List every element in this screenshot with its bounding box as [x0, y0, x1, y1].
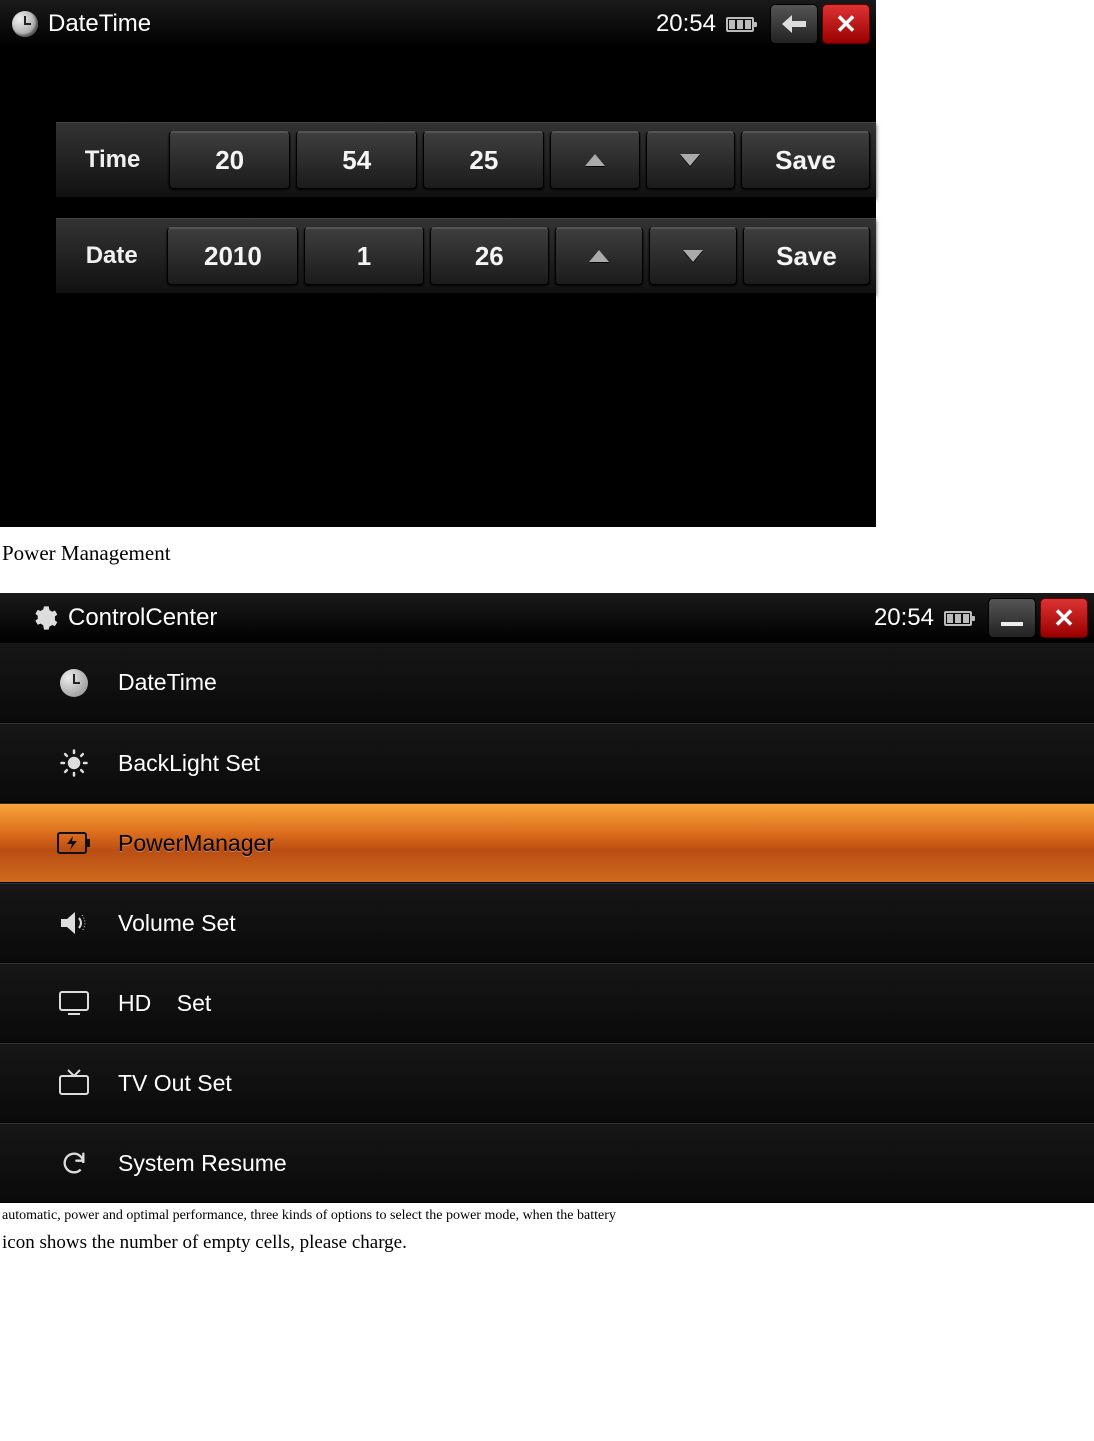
arrow-down-icon — [683, 250, 703, 262]
arrow-up-icon — [585, 154, 605, 166]
minimize-button[interactable] — [988, 598, 1036, 638]
list-item-powermanager[interactable]: PowerManager — [0, 803, 1094, 883]
year-field[interactable]: 2010 — [167, 227, 298, 285]
battery-icon — [944, 611, 972, 626]
speaker-icon — [44, 910, 104, 936]
titlebar: DateTime 20:54 ✕ — [0, 0, 876, 48]
doc-paragraph: automatic, power and optimal performance… — [0, 1205, 1094, 1227]
list-item-label: TV Out Set — [118, 1070, 232, 1097]
minute-field[interactable]: 54 — [296, 131, 417, 189]
minimize-icon — [1001, 622, 1023, 626]
brightness-icon — [44, 748, 104, 778]
close-button[interactable]: ✕ — [822, 4, 870, 44]
list-item-label: PowerManager — [118, 830, 274, 857]
list-item-label: HD Set — [118, 990, 211, 1017]
controlcenter-screen: ControlCenter 20:54 ✕ DateTime BackLight… — [0, 590, 1094, 1120]
back-button[interactable] — [770, 4, 818, 44]
display-icon — [44, 990, 104, 1016]
list-item-label: BackLight Set — [118, 750, 260, 777]
clock-icon — [12, 11, 38, 37]
second-field[interactable]: 25 — [423, 131, 544, 189]
date-decrement-button[interactable] — [649, 227, 737, 285]
arrow-up-icon — [589, 250, 609, 262]
time-increment-button[interactable] — [550, 131, 639, 189]
time-label: Time — [56, 146, 169, 174]
time-decrement-button[interactable] — [646, 131, 735, 189]
close-icon: ✕ — [1053, 603, 1075, 634]
day-field[interactable]: 26 — [430, 227, 549, 285]
clock-icon — [60, 669, 88, 697]
list-item-label: Volume Set — [118, 910, 236, 937]
battery-charge-icon — [44, 832, 104, 854]
list-item-hdset[interactable]: HD Set — [0, 963, 1094, 1043]
page-title: DateTime — [48, 10, 151, 38]
close-button[interactable]: ✕ — [1040, 598, 1088, 638]
gear-icon — [30, 604, 58, 632]
refresh-icon — [44, 1149, 104, 1177]
doc-paragraph: icon shows the number of empty cells, pl… — [0, 1228, 1094, 1258]
back-arrow-icon — [782, 15, 806, 33]
list-item-label: System Resume — [118, 1150, 287, 1177]
time-row: Time 20 54 25 Save — [56, 122, 876, 198]
date-label: Date — [56, 242, 167, 270]
titlebar: ControlCenter 20:54 ✕ — [0, 593, 1094, 643]
list-item-backlight[interactable]: BackLight Set — [0, 723, 1094, 803]
status-clock: 20:54 — [656, 10, 716, 38]
month-field[interactable]: 1 — [304, 227, 423, 285]
page-title: ControlCenter — [68, 604, 217, 632]
close-icon: ✕ — [835, 9, 857, 40]
date-save-button[interactable]: Save — [743, 227, 870, 285]
hour-field[interactable]: 20 — [169, 131, 290, 189]
tv-icon — [44, 1068, 104, 1098]
settings-list: DateTime BackLight Set PowerManager Volu… — [0, 643, 1094, 1203]
date-row: Date 2010 1 26 Save — [56, 218, 876, 294]
battery-icon — [726, 17, 754, 32]
section-heading: Power Management — [0, 527, 1094, 590]
list-item-systemresume[interactable]: System Resume — [0, 1123, 1094, 1203]
list-item-datetime[interactable]: DateTime — [0, 643, 1094, 723]
arrow-down-icon — [680, 154, 700, 166]
date-increment-button[interactable] — [555, 227, 643, 285]
status-clock: 20:54 — [874, 604, 934, 632]
time-save-button[interactable]: Save — [741, 131, 870, 189]
list-item-volume[interactable]: Volume Set — [0, 883, 1094, 963]
list-item-tvout[interactable]: TV Out Set — [0, 1043, 1094, 1123]
datetime-screen: DateTime 20:54 ✕ Time 20 54 25 Save Date… — [0, 0, 876, 527]
list-item-label: DateTime — [118, 669, 217, 696]
